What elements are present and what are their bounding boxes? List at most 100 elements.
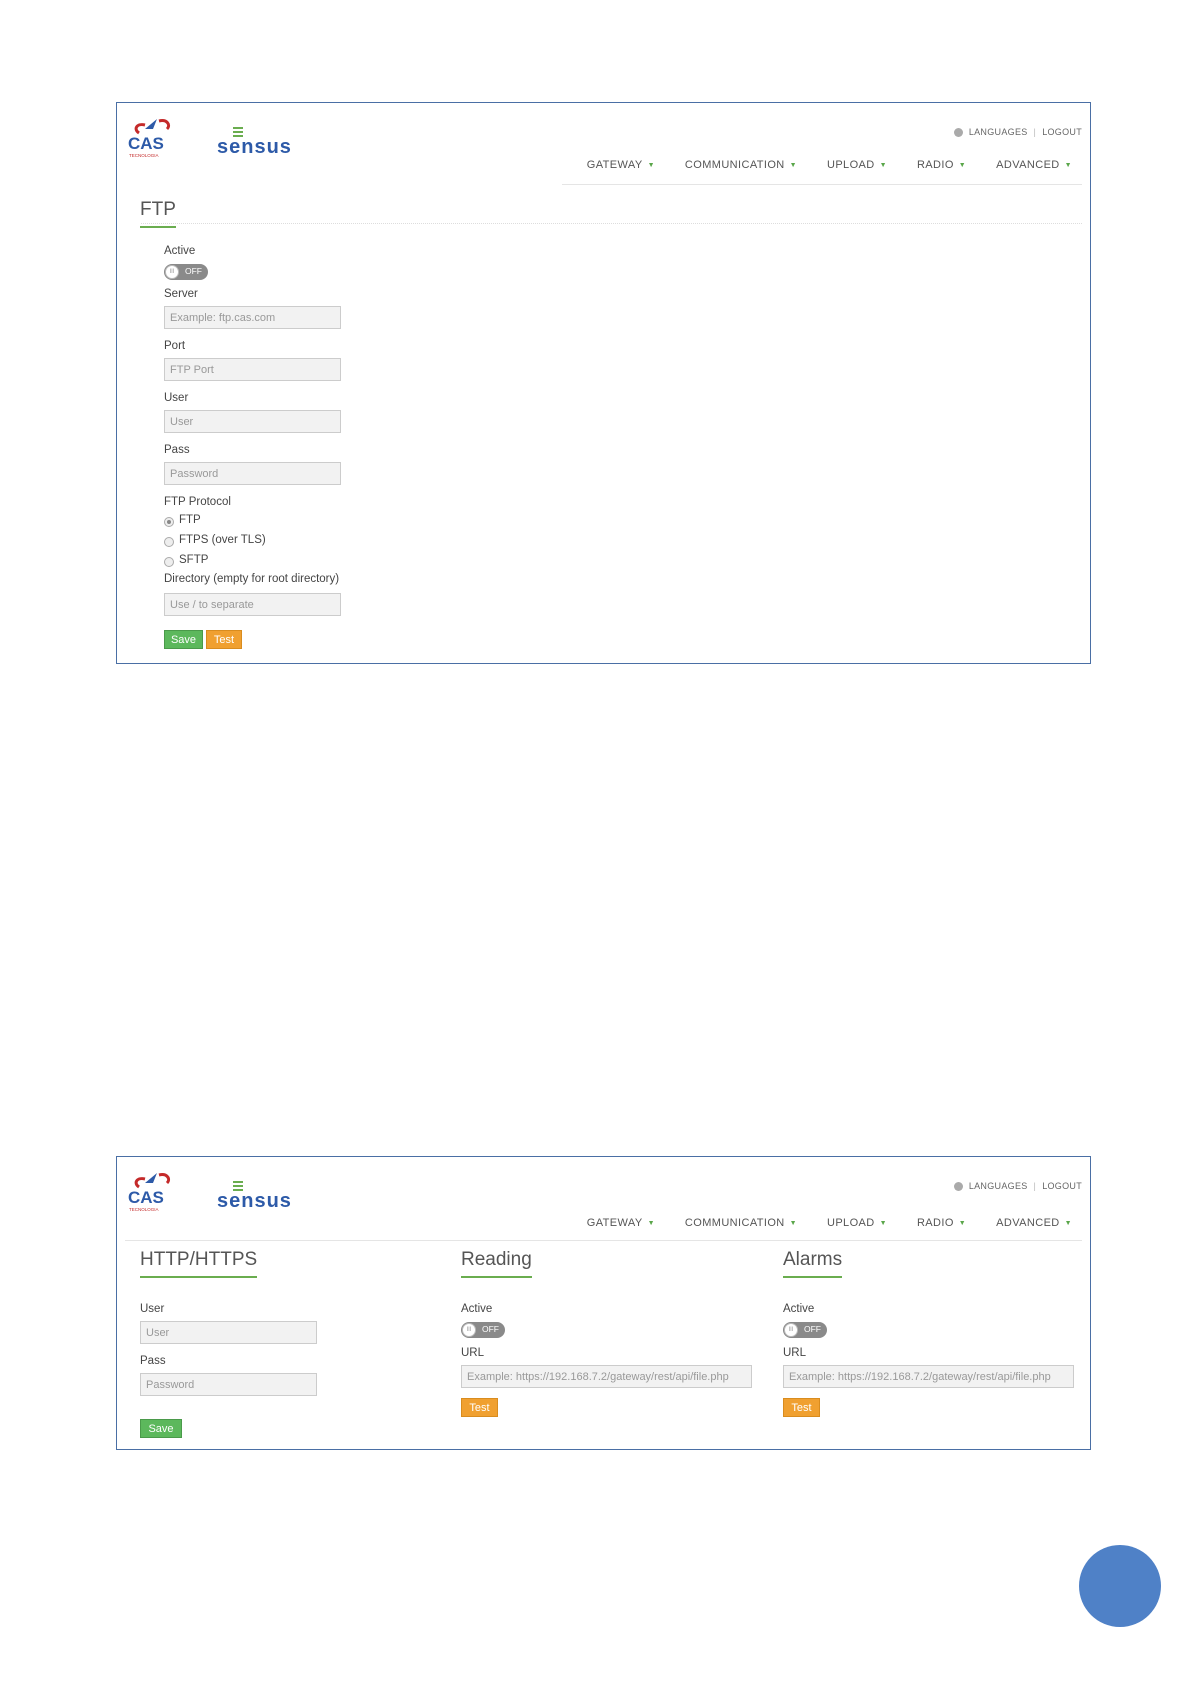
http-section-title: HTTP/HTTPS — [140, 1249, 258, 1278]
directory-label: Directory (empty for root directory) — [164, 573, 340, 585]
nav-advanced[interactable]: ADVANCED ▼ — [996, 1217, 1072, 1229]
page-title: FTP — [140, 199, 176, 220]
nav-upload[interactable]: UPLOAD ▼ — [827, 1217, 887, 1229]
radio-sftp[interactable] — [164, 557, 174, 567]
logout-link[interactable]: LOGOUT — [1042, 1181, 1082, 1191]
nav-label: COMMUNICATION — [684, 159, 785, 171]
save-button[interactable]: Save — [164, 630, 203, 649]
nav-radio[interactable]: RADIO ▼ — [917, 159, 966, 171]
pass-input[interactable]: Password — [164, 462, 341, 485]
nav-gateway[interactable]: GATEWAY ▼ — [587, 159, 655, 171]
active-toggle[interactable]: III OFF — [164, 264, 208, 280]
server-label: Server — [164, 288, 198, 300]
title-underline — [140, 1276, 258, 1278]
languages-link[interactable]: LANGUAGES — [969, 127, 1028, 137]
logout-link[interactable]: LOGOUT — [1042, 127, 1082, 137]
section-divider — [141, 223, 1082, 224]
nav-label: GATEWAY — [586, 1217, 643, 1229]
port-label: Port — [164, 340, 186, 352]
toggle-text: OFF — [482, 1324, 499, 1334]
nav-divider — [562, 184, 1082, 185]
alarms-url-input[interactable]: Example: https://192.168.7.2/gateway/res… — [783, 1365, 1074, 1388]
globe-icon — [953, 127, 963, 137]
alarms-test-button[interactable]: Test — [783, 1398, 820, 1417]
http-save-button[interactable]: Save — [140, 1419, 182, 1438]
caret-down-icon: ▼ — [958, 1219, 967, 1227]
nav-label: UPLOAD — [826, 159, 875, 171]
page-marker-circle — [1079, 1545, 1161, 1627]
http-screenshot: CAS TECNOLOGIA sensus LANGUAGES | LOGOUT… — [116, 1156, 1091, 1450]
svg-text:CAS: CAS — [128, 1188, 164, 1207]
nav-label: RADIO — [916, 1217, 954, 1229]
nav-upload[interactable]: UPLOAD ▼ — [827, 159, 887, 171]
separator: | — [1033, 127, 1037, 137]
radio-ftps[interactable] — [164, 537, 174, 547]
http-user-input[interactable]: User — [140, 1321, 317, 1344]
toggle-knob-icon: III — [165, 265, 179, 279]
title-underline — [461, 1276, 532, 1278]
nav-label: UPLOAD — [826, 1217, 875, 1229]
nav-label: COMMUNICATION — [684, 1217, 785, 1229]
toggle-text: OFF — [185, 266, 202, 276]
test-button[interactable]: Test — [206, 630, 242, 649]
main-nav: GATEWAY ▼ COMMUNICATION ▼ UPLOAD ▼ RADIO ▼ A… — [587, 1217, 1072, 1229]
nav-label: GATEWAY — [586, 159, 643, 171]
active-label: Active — [164, 245, 196, 257]
title-underline — [783, 1276, 843, 1278]
nav-label: ADVANCED — [996, 1217, 1060, 1229]
reading-url-label: URL — [461, 1347, 485, 1359]
toggle-text: OFF — [804, 1324, 821, 1334]
top-links: LANGUAGES | LOGOUT — [953, 1181, 1082, 1191]
reading-active-toggle[interactable]: III OFF — [461, 1322, 505, 1338]
svg-text:TECNOLOGIA: TECNOLOGIA — [129, 1207, 159, 1212]
nav-radio[interactable]: RADIO ▼ — [917, 1217, 966, 1229]
protocol-label: FTP Protocol — [164, 496, 231, 508]
languages-link[interactable]: LANGUAGES — [969, 1181, 1028, 1191]
server-input[interactable]: Example: ftp.cas.com — [164, 306, 341, 329]
sensus-logo: sensus — [217, 127, 291, 157]
nav-label: ADVANCED — [996, 159, 1060, 171]
sensus-logo: sensus — [217, 1181, 292, 1211]
alarms-active-label: Active — [783, 1303, 815, 1315]
globe-icon — [953, 1181, 963, 1191]
user-label: User — [164, 392, 189, 404]
svg-text:TECNOLOGIA: TECNOLOGIA — [129, 153, 159, 158]
port-input[interactable]: FTP Port — [164, 358, 341, 381]
nav-advanced[interactable]: ADVANCED ▼ — [996, 159, 1072, 171]
nav-gateway[interactable]: GATEWAY ▼ — [587, 1217, 655, 1229]
nav-communication[interactable]: COMMUNICATION ▼ — [685, 1217, 797, 1229]
reading-active-label: Active — [461, 1303, 493, 1315]
svg-text:sensus: sensus — [217, 1190, 292, 1211]
radio-ftp[interactable] — [164, 517, 174, 527]
nav-label: RADIO — [916, 159, 954, 171]
http-title: HTTP/HTTPS — [140, 1249, 258, 1270]
reading-url-input[interactable]: Example: https://192.168.7.2/gateway/res… — [461, 1365, 752, 1388]
top-links: LANGUAGES | LOGOUT — [953, 127, 1082, 137]
svg-text:CAS: CAS — [128, 134, 164, 153]
caret-down-icon: ▼ — [789, 1219, 797, 1227]
alarms-section-title: Alarms — [783, 1249, 843, 1278]
separator: | — [1033, 1181, 1037, 1191]
http-pass-label: Pass — [140, 1355, 166, 1367]
caret-down-icon: ▼ — [958, 161, 967, 169]
alarms-title: Alarms — [783, 1249, 843, 1270]
user-input[interactable]: User — [164, 410, 341, 433]
caret-down-icon: ▼ — [647, 1219, 655, 1227]
caret-down-icon: ▼ — [647, 161, 655, 169]
cas-logo: CAS TECNOLOGIA — [128, 1173, 171, 1212]
cas-logo: CAS TECNOLOGIA — [128, 119, 171, 158]
pass-label: Pass — [164, 444, 190, 456]
main-nav: GATEWAY ▼ COMMUNICATION ▼ UPLOAD ▼ RADIO ▼ A… — [587, 159, 1072, 171]
radio-ftp-label: FTP — [179, 514, 201, 526]
alarms-active-toggle[interactable]: III OFF — [783, 1322, 827, 1338]
reading-test-button[interactable]: Test — [461, 1398, 498, 1417]
ftp-screenshot: CAS TECNOLOGIA sensus LANGUAGES | LOGOUT… — [116, 102, 1091, 664]
nav-communication[interactable]: COMMUNICATION ▼ — [685, 159, 797, 171]
radio-sftp-label: SFTP — [179, 554, 209, 566]
reading-section-title: Reading — [461, 1249, 532, 1278]
caret-down-icon: ▼ — [1064, 1219, 1072, 1227]
http-pass-input[interactable]: Password — [140, 1373, 317, 1396]
http-user-label: User — [140, 1303, 165, 1315]
directory-input[interactable]: Use / to separate — [164, 593, 341, 616]
toggle-knob-icon: III — [784, 1323, 798, 1337]
